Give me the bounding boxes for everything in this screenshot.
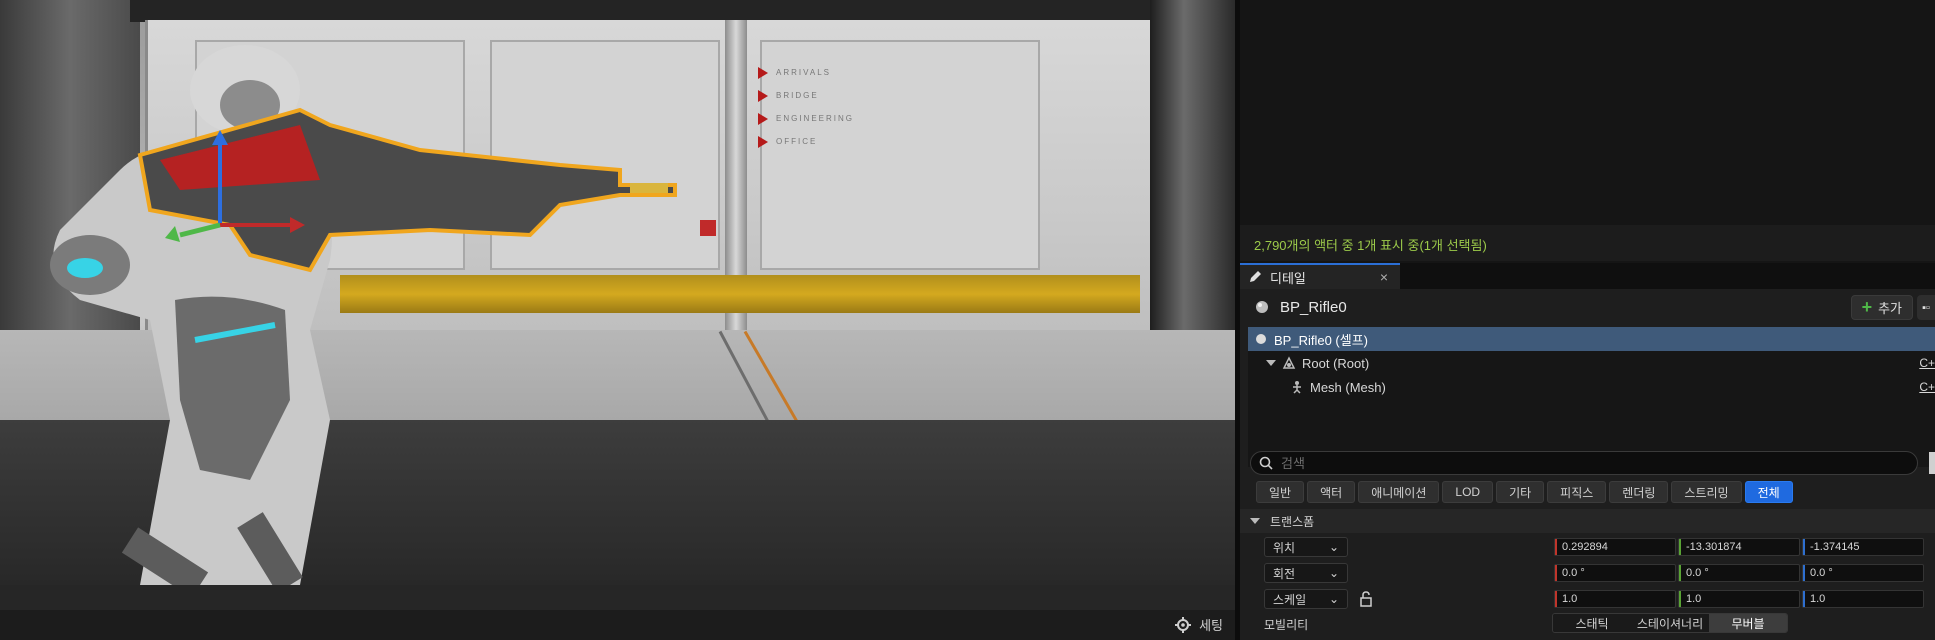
chevron-down-icon: ⌄ bbox=[1328, 566, 1339, 580]
search-icon bbox=[1259, 456, 1273, 470]
blueprint-button[interactable]: ▪▫ bbox=[1917, 295, 1935, 320]
collapse-arrow-icon[interactable] bbox=[1250, 518, 1260, 524]
tree-item-label: Mesh (Mesh) bbox=[1310, 379, 1386, 395]
rotation-x-field[interactable]: 0.0 ° bbox=[1554, 564, 1676, 582]
character-with-rifle[interactable] bbox=[0, 0, 1235, 585]
rotation-z-field[interactable]: 0.0 ° bbox=[1802, 564, 1924, 582]
mobility-static[interactable]: 스태틱 bbox=[1553, 614, 1631, 632]
edit-in-cpp-link[interactable]: C+ bbox=[1919, 380, 1935, 394]
search-input[interactable] bbox=[1281, 455, 1881, 471]
right-panel: 2,790개의 액터 중 1개 표시 중(1개 선택됨) 디테일 × BP_Ri… bbox=[1240, 0, 1935, 640]
close-icon[interactable]: × bbox=[1380, 269, 1388, 285]
location-z-field[interactable]: -1.374145 bbox=[1802, 538, 1924, 556]
scene-component-icon bbox=[1282, 356, 1296, 369]
edit-in-cpp-link[interactable]: C+ bbox=[1919, 356, 1935, 370]
chevron-down-icon: ⌄ bbox=[1328, 592, 1339, 606]
viewport-scene[interactable]: ARRIVALS BRIDGE ENGINEERING OFFICE bbox=[0, 0, 1235, 585]
location-label: 위치 bbox=[1273, 540, 1296, 555]
filter-all[interactable]: 전체 bbox=[1744, 481, 1793, 503]
property-rotation: 회전 ⌄ 0.0 ° 0.0 ° 0.0 ° bbox=[1240, 561, 1935, 585]
tree-item-root[interactable]: Root (Root) C+ bbox=[1248, 351, 1935, 375]
gear-icon bbox=[1175, 616, 1192, 633]
add-component-button[interactable]: + 추가 bbox=[1850, 295, 1913, 320]
viewport-status-bar: 세팅 bbox=[0, 610, 1235, 640]
skeletal-mesh-icon bbox=[1293, 381, 1301, 394]
rotation-label: 회전 bbox=[1273, 566, 1296, 581]
tree-item-label: BP_Rifle0 (셀프) bbox=[1274, 332, 1368, 348]
scale-dropdown[interactable]: 스케일 ⌄ bbox=[1264, 589, 1348, 609]
settings-button[interactable]: 세팅 bbox=[1175, 615, 1223, 634]
rotation-dropdown[interactable]: 회전 ⌄ bbox=[1264, 563, 1348, 583]
actor-name: BP_Rifle0 bbox=[1280, 298, 1347, 316]
level-viewport[interactable]: ARRIVALS BRIDGE ENGINEERING OFFICE 세팅 bbox=[0, 0, 1235, 640]
mobility-stationary[interactable]: 스테이셔너리 bbox=[1631, 614, 1709, 632]
filter-misc[interactable]: 기타 bbox=[1496, 481, 1545, 503]
scale-z-field[interactable]: 1.0 bbox=[1802, 590, 1924, 608]
details-panel: BP_Rifle0 + 추가 ▪▫ BP_Rifle0 (셀프) Root (R… bbox=[1240, 289, 1935, 640]
location-y-field[interactable]: -13.301874 bbox=[1678, 538, 1800, 556]
actor-header: BP_Rifle0 + 추가 ▪▫ bbox=[1240, 289, 1935, 325]
filter-physics[interactable]: 피직스 bbox=[1547, 481, 1607, 503]
filter-actor[interactable]: 액터 bbox=[1307, 481, 1356, 503]
mobility-toggle: 스태틱 스테이셔너리 무버블 bbox=[1552, 613, 1788, 633]
viewport-bottom-bar bbox=[0, 585, 1235, 610]
filter-streaming[interactable]: 스트리밍 bbox=[1671, 481, 1742, 503]
location-x-field[interactable]: 0.292894 bbox=[1554, 538, 1676, 556]
scale-y-field[interactable]: 1.0 bbox=[1678, 590, 1800, 608]
rotation-y-field[interactable]: 0.0 ° bbox=[1678, 564, 1800, 582]
filter-bar: 일반 액터 애니메이션 LOD 기타 피직스 렌더링 스트리밍 전체 bbox=[1256, 481, 1793, 503]
scale-x-field[interactable]: 1.0 bbox=[1554, 590, 1676, 608]
tab-details[interactable]: 디테일 × bbox=[1240, 263, 1400, 289]
unlock-icon[interactable] bbox=[1358, 591, 1374, 607]
location-dropdown[interactable]: 위치 ⌄ bbox=[1264, 537, 1348, 557]
editor-root: ARRIVALS BRIDGE ENGINEERING OFFICE 세팅 2,… bbox=[0, 0, 1935, 640]
collapse-arrow-icon[interactable] bbox=[1266, 360, 1276, 366]
filter-rendering[interactable]: 렌더링 bbox=[1609, 481, 1669, 503]
chevron-down-icon: ⌄ bbox=[1328, 540, 1339, 554]
filter-animation[interactable]: 애니메이션 bbox=[1358, 481, 1440, 503]
settings-label: 세팅 bbox=[1199, 618, 1223, 633]
filter-lod[interactable]: LOD bbox=[1442, 481, 1494, 503]
property-matrix-button[interactable] bbox=[1929, 452, 1935, 474]
plus-icon: + bbox=[1861, 297, 1873, 317]
scale-label: 스케일 bbox=[1273, 592, 1307, 607]
details-tab-row: 디테일 × bbox=[1240, 263, 1935, 289]
section-transform[interactable]: 트랜스폼 bbox=[1240, 509, 1935, 533]
actor-sphere-icon bbox=[1256, 334, 1266, 344]
tree-item-label: Root (Root) bbox=[1302, 355, 1370, 371]
mobility-movable[interactable]: 무버블 bbox=[1709, 614, 1787, 632]
filter-general[interactable]: 일반 bbox=[1256, 481, 1305, 503]
section-title: 트랜스폼 bbox=[1270, 514, 1315, 529]
property-location: 위치 ⌄ 0.292894 -13.301874 -1.374145 bbox=[1240, 535, 1935, 559]
component-tree: BP_Rifle0 (셀프) Root (Root) C+ Mesh (Mesh… bbox=[1248, 327, 1935, 467]
details-search bbox=[1250, 451, 1918, 475]
pencil-icon bbox=[1250, 271, 1261, 282]
tree-item-self[interactable]: BP_Rifle0 (셀프) bbox=[1248, 327, 1935, 351]
outliner-status: 2,790개의 액터 중 1개 표시 중(1개 선택됨) bbox=[1240, 225, 1935, 261]
property-scale: 스케일 ⌄ 1.0 1.0 1.0 bbox=[1240, 587, 1935, 611]
actor-sphere-icon bbox=[1256, 301, 1268, 313]
mobility-label: 모빌리티 bbox=[1264, 617, 1309, 632]
tab-details-label: 디테일 bbox=[1270, 270, 1306, 286]
property-mobility: 모빌리티 스태틱 스테이셔너리 무버블 bbox=[1240, 612, 1935, 636]
add-label: 추가 bbox=[1878, 301, 1902, 316]
tree-item-mesh[interactable]: Mesh (Mesh) C+ bbox=[1248, 375, 1935, 399]
